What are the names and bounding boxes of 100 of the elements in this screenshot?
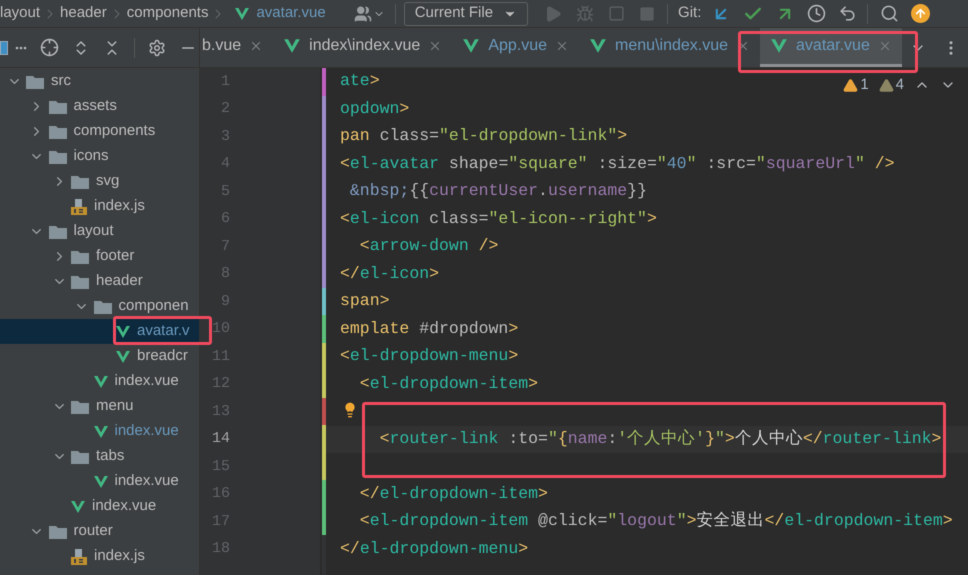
tree-item-label: tabs [96, 446, 124, 466]
tree-item[interactable]: icons [0, 144, 199, 169]
code-line: ate> [340, 70, 380, 92]
tree-item-label: index.vue [114, 371, 179, 392]
tree-item[interactable]: footer [0, 244, 199, 269]
warning-count[interactable]: 1 [843, 74, 869, 96]
tree-item-label: index.js [94, 546, 145, 566]
weak-warning-icon [878, 78, 894, 93]
history-icon[interactable] [807, 4, 826, 23]
tree-item[interactable]: breadcr [0, 344, 199, 369]
search-icon[interactable] [880, 4, 900, 23]
tab-label: b.vue [202, 36, 242, 56]
tree-item-label: svg [96, 171, 120, 192]
tree-item-label: layout [74, 221, 114, 242]
folder-icon [48, 124, 68, 140]
folder-icon [70, 398, 90, 414]
tree-item[interactable]: index.js [0, 544, 199, 569]
update-icon[interactable] [911, 4, 930, 23]
run-configuration-dropdown[interactable]: Current File [404, 2, 528, 26]
tree-item-label: assets [74, 96, 117, 116]
tree-item-label: index.js [94, 196, 145, 216]
js-file-icon [70, 198, 88, 216]
code-line: pan class="el-dropdown-link"> [340, 125, 628, 148]
tab-label: avatar.vue [796, 36, 870, 56]
tree-item[interactable]: components [0, 119, 199, 144]
breadcrumb-item[interactable]: header [60, 2, 107, 25]
tree-item[interactable]: index.vue [0, 494, 199, 519]
settings-icon[interactable] [148, 38, 166, 56]
warning-icon [843, 78, 858, 93]
tree-item-label: componen [118, 296, 189, 316]
tree-item[interactable]: svg [0, 169, 199, 194]
breadcrumb-item[interactable]: components [126, 2, 208, 25]
tree-item[interactable]: avatar.v [0, 319, 199, 344]
code-line: &nbsp;{{currentUser.username}} [348, 180, 647, 202]
tree-item-label: icons [74, 146, 109, 166]
tree-item[interactable]: index.vue [0, 369, 199, 394]
tree-item[interactable]: tabs [0, 444, 199, 469]
tree-item[interactable]: src [0, 69, 199, 94]
locate-icon[interactable] [40, 38, 59, 57]
vue-icon [92, 424, 108, 440]
editor-tab[interactable]: menu\index.vue [579, 28, 760, 67]
tree-item-label: components [74, 121, 156, 142]
tree-item[interactable]: header [0, 269, 199, 294]
code-line: </el-icon> [340, 262, 440, 285]
tree-item[interactable]: index.vue [0, 419, 199, 444]
tree-item-label: router [74, 521, 113, 542]
code-line: <router-link :to="{name:'个人中心'}">个人中心</router-link> [378, 428, 942, 450]
code-line: opdown> [340, 98, 410, 120]
tree-item[interactable]: index.js [0, 194, 199, 219]
code-line: </el-dropdown-item> [358, 482, 548, 505]
panel-layout-icon[interactable] [0, 40, 8, 54]
folder-icon [48, 224, 68, 240]
code-line: <arrow-down /> [358, 235, 498, 258]
folder-icon [48, 98, 68, 114]
tree-item-label: footer [96, 246, 134, 266]
tab-label: App.vue [488, 36, 548, 56]
user-icon[interactable] [354, 4, 372, 22]
vue-icon [92, 374, 108, 390]
tree-item[interactable]: componen [0, 294, 199, 319]
undo-icon[interactable] [838, 4, 858, 23]
tree-item-label: menu [96, 396, 134, 416]
tree-item[interactable]: router [0, 519, 199, 544]
js-file-icon [70, 548, 88, 566]
tree-item-label: src [51, 71, 71, 92]
vue-icon [234, 6, 250, 22]
folder-icon [70, 174, 90, 190]
tab-label: menu\index.vue [615, 36, 728, 56]
editor-tab[interactable]: b.vue [200, 28, 274, 67]
vue-icon [115, 348, 131, 364]
tree-item-label: index.vue [114, 421, 179, 442]
tree-item[interactable]: menu [0, 394, 199, 419]
code-line: <el-dropdown-menu> [340, 345, 518, 368]
vue-icon [283, 37, 302, 55]
git-label: Git: [678, 3, 702, 24]
code-line: <el-dropdown-item> [358, 372, 538, 395]
vue-icon [462, 37, 480, 55]
tab-label: index\index.vue [309, 36, 420, 56]
folder-icon [70, 274, 90, 290]
tree-item-label: avatar.v [137, 321, 190, 342]
vue-icon [770, 37, 788, 55]
more-icon[interactable] [15, 46, 27, 50]
breadcrumb-item[interactable]: avatar.vue [256, 2, 326, 25]
breadcrumb-item[interactable]: layout [0, 2, 40, 25]
line-number: 14 [210, 429, 230, 449]
code-line: <el-avatar shape="square" :size="40" :src="squareUrl" /> [340, 152, 895, 175]
editor-tab[interactable]: App.vue [452, 28, 580, 67]
folder-icon [70, 248, 90, 264]
folder-icon [48, 524, 68, 540]
code-line: <el-icon class="el-icon--right"> [340, 208, 657, 230]
vue-icon [70, 498, 86, 514]
tree-item[interactable]: layout [0, 219, 199, 244]
tree-item[interactable]: assets [0, 94, 199, 119]
editor-tab[interactable]: index\index.vue [273, 28, 452, 67]
folder-icon [25, 74, 45, 90]
tree-item-label: index.vue [114, 471, 179, 492]
tree-item-label: index.vue [92, 496, 156, 516]
folder-icon [92, 298, 112, 314]
weak-warning-count[interactable]: 4 [878, 74, 904, 96]
vue-icon [92, 474, 108, 490]
tree-item[interactable]: index.vue [0, 469, 199, 494]
